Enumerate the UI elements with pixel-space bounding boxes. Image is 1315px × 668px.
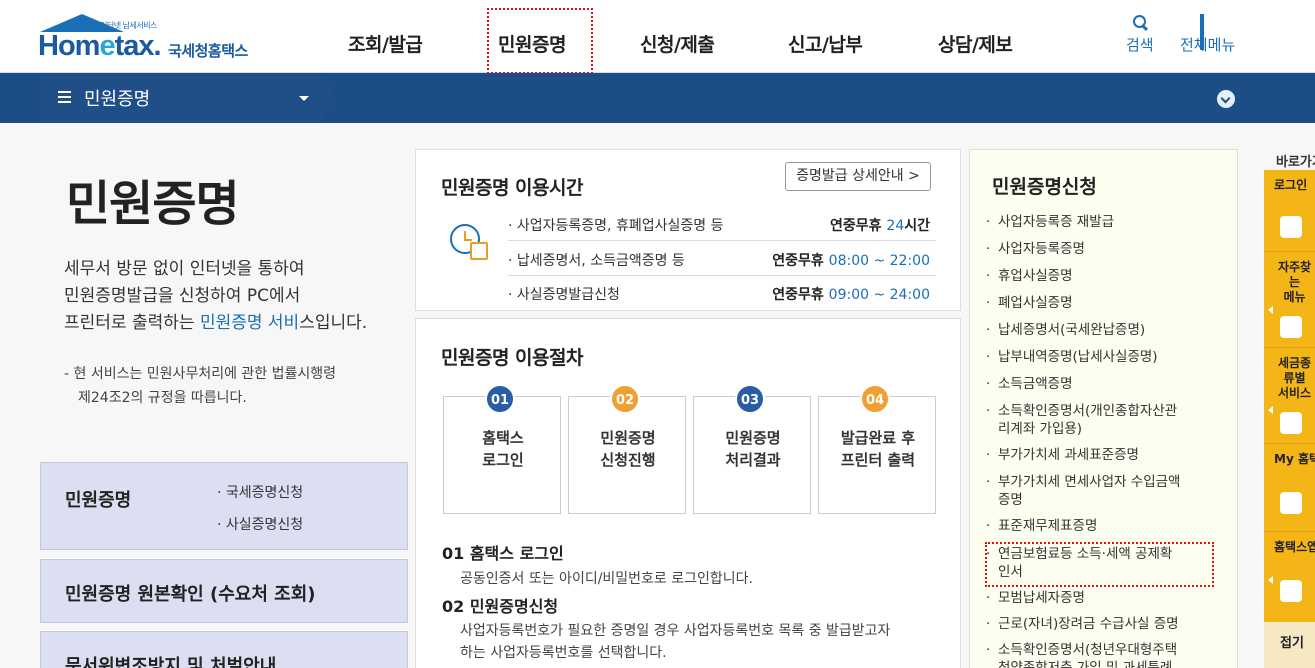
apply-link-tax-payment[interactable]: · 납세증명서(국세완납증명) (986, 321, 1226, 339)
step1-description: 공동인증서 또는 아이디/비밀번호로 로그인합니다. (460, 571, 753, 587)
arrow-left-icon (1268, 406, 1273, 414)
quick-favorite-menu[interactable]: 자주찾는 메뉴 (1264, 252, 1315, 348)
grid-menu-icon (1199, 14, 1216, 50)
apply-link-income-confirm-isa[interactable]: · 소득확인증명서(개인종합자산관 리계좌 가입용) (986, 402, 1226, 438)
sub-nav-title[interactable]: 민원증명 (84, 85, 150, 111)
quick-login[interactable]: 로그인 (1264, 170, 1315, 252)
star-icon (1280, 316, 1302, 338)
quick-my-hometax[interactable]: My 홈택스 (1264, 444, 1315, 532)
quick-tax-service[interactable]: 세금종류별 서비스 (1264, 348, 1315, 444)
search-button[interactable]: 검색 (1126, 14, 1154, 55)
logo-wordmark: Hometax. (38, 30, 162, 62)
quick-collapse-button[interactable]: 접기 (1264, 622, 1315, 668)
usage-time-row: · 납세증명서, 소득금액증명 등 연중무휴 08:00 ~ 22:00 (508, 242, 936, 276)
step-number-badge: 04 (860, 384, 890, 414)
page-title: 민원증명 (66, 176, 240, 232)
apply-link-business-reissue[interactable]: · 사업자등록증 재발급 (986, 213, 1226, 231)
link-fact-certificate[interactable]: · 사실증명신청 (217, 514, 303, 534)
nav-inquiry-issue[interactable]: 조회/발급 (348, 30, 423, 57)
step2-heading: 02 민원증명신청 (442, 597, 559, 616)
apply-link-income-amount[interactable]: · 소득금액증명 (986, 375, 1226, 393)
hometax-logo[interactable]: 인터넷 납세서비스 Hometax. 국세청홈택스 (38, 14, 268, 64)
hamburger-icon[interactable] (58, 91, 71, 103)
mail-icon (1280, 412, 1302, 434)
apply-link-model-taxpayer[interactable]: · 모범납세자증명 (986, 589, 1226, 607)
search-label: 검색 (1126, 36, 1154, 54)
usage-time-title: 민원증명 이용시간 (441, 177, 583, 199)
link-national-tax-certificate[interactable]: · 국세증명신청 (217, 482, 303, 502)
active-nav-highlight (487, 8, 593, 74)
apply-link-vat-base[interactable]: · 부가가치세 과세표준증명 (986, 446, 1226, 464)
step-number-badge: 01 (485, 384, 515, 414)
step-number-badge: 03 (735, 384, 765, 414)
apply-link-financial-statement[interactable]: · 표준재무제표증명 (986, 517, 1226, 535)
intro-text: 세무서 방문 없이 인터넷을 통하여 민원증명발급을 신청하여 PC에서 프린터… (64, 259, 368, 333)
apply-link-vat-exempt[interactable]: · 부가가치세 면세사업자 수입금액 증명 (986, 473, 1226, 509)
step-number-badge: 02 (610, 384, 640, 414)
apply-link-business-registration[interactable]: · 사업자등록증명 (986, 240, 1226, 258)
forgery-prevention-title[interactable]: 문서위변조방지 및 처벌안내 (65, 652, 276, 668)
forgery-prevention-box[interactable]: 문서위변조방지 및 처벌안내 (40, 631, 408, 668)
quick-links-bar: 로그인 자주찾는 메뉴 세금종류별 서비스 My 홈택스 홈택스앱 (1264, 170, 1315, 668)
arrow-left-icon (1268, 576, 1273, 584)
house-icon (1280, 580, 1302, 602)
civil-certificate-box: 민원증명 · 국세증명신청 · 사실증명신청 (40, 462, 408, 550)
apply-panel-title: 민원증명신청 (992, 176, 1097, 198)
procedure-title: 민원증명 이용절차 (441, 347, 583, 369)
usage-time-row: · 사실증명발급신청 연중무휴 09:00 ~ 24:00 (508, 287, 930, 303)
all-menu-label: 전체메뉴 (1180, 36, 1236, 54)
apply-link-youth-housing[interactable]: · 소득확인증명서(청년우대형주택 청약종합저축 가입 및 과세특례 (986, 641, 1226, 668)
nav-report-pay[interactable]: 신고/납부 (788, 30, 863, 57)
original-verify-box[interactable]: 민원증명 원본확인 (수요처 조회) (40, 559, 408, 623)
apply-link-earned-income-credit[interactable]: · 근로(자녀)장려금 수급사실 증명 (986, 615, 1226, 633)
chevron-down-icon[interactable] (1217, 90, 1235, 108)
nav-consult-report[interactable]: 상담/제보 (938, 30, 1013, 57)
chevron-right-icon: > (908, 168, 920, 184)
apply-link-suspension[interactable]: · 휴업사실증명 (986, 267, 1226, 285)
sub-nav-menu-toggle[interactable] (40, 73, 320, 123)
all-menu-button[interactable]: 전체메뉴 (1180, 14, 1235, 55)
lock-icon (1280, 216, 1302, 238)
global-header: 인터넷 납세서비스 Hometax. 국세청홈택스 조회/발급 민원증명 신청/… (0, 0, 1315, 74)
apply-link-closure[interactable]: · 폐업사실증명 (986, 294, 1226, 312)
search-icon (1132, 14, 1148, 30)
apply-item-highlight (985, 542, 1214, 587)
arrow-left-icon (1268, 306, 1273, 314)
intro-highlight: 민원증명 서비 (199, 313, 300, 333)
apply-link-payment-history[interactable]: · 납부내역증명(납세사실증명) (986, 348, 1226, 366)
step1-heading: 01 홈택스 로그인 (442, 544, 564, 563)
logo-korean-name: 국세청홈택스 (168, 42, 248, 60)
nav-apply-submit[interactable]: 신청/제출 (640, 30, 715, 57)
original-verify-title[interactable]: 민원증명 원본확인 (수요처 조회) (65, 580, 316, 606)
legal-note: - 현 서비스는 민원사무처리에 관한 법률시행령 제24조2의 규정을 따릅니… (64, 366, 337, 406)
certificate-detail-button[interactable]: 증명발급 상세안내 > (785, 162, 931, 191)
user-icon (1280, 492, 1302, 514)
clock-calendar-icon (448, 222, 488, 262)
step2-description: 사업자등록번호가 필요한 증명일 경우 사업자등록번호 목록 중 발급받고자 하… (460, 623, 891, 661)
caret-down-icon[interactable] (299, 96, 309, 101)
civil-certificate-box-title[interactable]: 민원증명 (65, 486, 131, 512)
sub-nav-bar (0, 73, 1315, 123)
quick-links-title: 바로가기 (1276, 155, 1315, 170)
sub-nav-arrow (320, 73, 336, 123)
usage-time-row: · 사업자등록증명, 휴폐업사실증명 등 연중무휴 24시간 (508, 207, 936, 241)
